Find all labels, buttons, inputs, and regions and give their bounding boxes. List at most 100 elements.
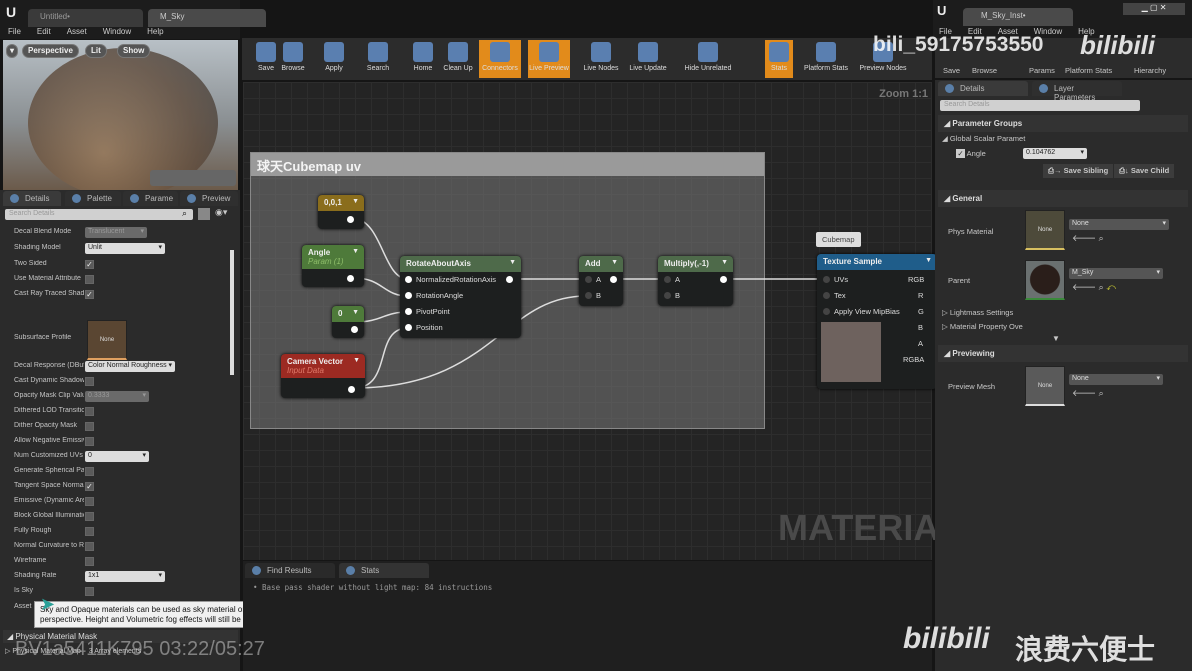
toolbar-live-nodes[interactable]: Live Nodes [580, 40, 622, 78]
preview-shape-buttons[interactable] [150, 170, 236, 186]
property-checkbox[interactable] [85, 275, 94, 284]
global-scalar-group[interactable]: ◢ Global Scalar Paramet [942, 134, 1025, 143]
property-checkbox[interactable] [85, 437, 94, 446]
pin-apply-view-mipbias[interactable]: Apply View MipBias [823, 307, 900, 316]
zero-constant-node[interactable]: 0 [332, 306, 364, 338]
property-number-input[interactable]: 0.3333 [85, 391, 149, 402]
property-checkbox[interactable] [85, 557, 94, 566]
multiply-node[interactable]: Multiply(,-1) A B [658, 256, 733, 306]
tab-parameters[interactable]: Parame [123, 191, 178, 206]
pin-b[interactable]: B [918, 323, 923, 332]
pin-g[interactable]: G [918, 307, 924, 316]
tab-m-sky-inst[interactable]: M_Sky_Inst• [963, 8, 1073, 26]
pin-b[interactable]: B [664, 291, 680, 300]
property-checkbox[interactable]: ✓ [85, 290, 94, 299]
toolbar-hide-unrelated[interactable]: Hide Unrelated [676, 40, 740, 78]
show-button[interactable]: Show [117, 44, 151, 58]
property-number-input[interactable]: 0 [85, 451, 149, 462]
tab-find-results[interactable]: Find Results [245, 563, 335, 578]
angle-param-node[interactable]: Angle Param (1) [302, 245, 364, 287]
pin-rgba[interactable]: RGBA [903, 355, 924, 364]
menu-window[interactable]: Window [103, 27, 131, 36]
lightmass-settings-row[interactable]: ▷ Lightmass Settings [942, 308, 1013, 317]
pin-a[interactable]: A [585, 275, 601, 284]
tab-details[interactable]: Details [3, 191, 61, 206]
angle-override-checkbox[interactable]: ✓ Angle [956, 149, 986, 158]
save-child-button[interactable]: ⎙↓ Save Child [1114, 164, 1175, 178]
phys-material-dropdown[interactable]: None [1069, 219, 1169, 230]
pin-a[interactable]: A [664, 275, 680, 284]
output-pin[interactable] [347, 274, 358, 283]
tab-details[interactable]: Details [938, 81, 1028, 96]
section-general[interactable]: ◢ General [938, 190, 1188, 207]
parent-dropdown[interactable]: M_Sky [1069, 268, 1163, 279]
section-parameter-groups[interactable]: ◢ Parameter Groups [938, 115, 1188, 132]
property-checkbox[interactable] [85, 542, 94, 551]
pin-normalized-rotation-axis[interactable]: NormalizedRotationAxis [405, 275, 496, 284]
pin-rgb[interactable]: RGB [908, 275, 924, 284]
output-pin[interactable] [506, 275, 517, 284]
tab-preview[interactable]: Preview [180, 191, 238, 206]
cubemap-param-tag[interactable]: Cubemap [816, 232, 861, 247]
pin-pivot-point[interactable]: PivotPoint [405, 307, 450, 316]
output-pin[interactable] [347, 215, 358, 224]
window-controls[interactable]: ▁ ▢ ✕ [1123, 3, 1185, 15]
toolbar-hierarchy[interactable]: Hierarchy [1134, 66, 1166, 75]
viewport-options-button[interactable]: ▾ [6, 44, 19, 58]
material-graph[interactable]: Zoom 1:1 MATERIAL 球天Cubemap uv 0,0,1 Ang… [243, 82, 961, 560]
toolbar-stats[interactable]: Stats [765, 40, 793, 78]
property-dropdown[interactable]: 1x1 [85, 571, 165, 582]
pin-r[interactable]: R [918, 291, 923, 300]
rotate-about-axis-node[interactable]: RotateAboutAxis NormalizedRotationAxis R… [400, 256, 521, 338]
constant3-node[interactable]: 0,0,1 [318, 195, 364, 229]
material-property-overrides-row[interactable]: ▷ Material Property Ove [942, 322, 1023, 331]
menu-help[interactable]: Help [147, 27, 163, 36]
subsurface-thumbnail[interactable]: None [87, 320, 127, 360]
output-pin[interactable] [720, 275, 731, 284]
menu-file[interactable]: File [8, 27, 21, 36]
menu-asset[interactable]: Asset [67, 27, 87, 36]
property-checkbox[interactable] [85, 512, 94, 521]
toolbar-search[interactable]: Search [357, 40, 399, 78]
right-search-input[interactable]: Search Details [940, 100, 1140, 111]
pin-a[interactable]: A [918, 339, 923, 348]
tab-untitled[interactable]: Untitled• [28, 9, 143, 27]
property-dropdown[interactable]: Color Normal Roughness [85, 361, 175, 372]
property-checkbox[interactable] [85, 422, 94, 431]
output-pin[interactable] [610, 275, 621, 284]
texture-sample-node[interactable]: Texture Sample UVs Tex Apply View MipBia… [817, 254, 937, 389]
property-dropdown[interactable]: Translucent [85, 227, 147, 238]
property-checkbox[interactable]: ✓ [85, 482, 94, 491]
expand-more-icon[interactable]: ▼ [1052, 334, 1060, 343]
browse-arrow-icons[interactable]: 🡐 ⌕ ↶ [1072, 282, 1116, 293]
property-checkbox[interactable] [85, 407, 94, 416]
preview-mesh-dropdown[interactable]: None [1069, 374, 1163, 385]
toolbar-browse[interactable]: Browse [972, 66, 997, 75]
toolbar-live-preview[interactable]: Live Preview [528, 40, 570, 78]
add-node[interactable]: Add A B [579, 256, 623, 306]
section-previewing[interactable]: ◢ Previewing [938, 345, 1188, 362]
property-dropdown[interactable]: Unlit [85, 243, 165, 254]
output-pin[interactable] [348, 385, 359, 394]
toolbar-platform-stats[interactable]: Platform Stats [1065, 66, 1112, 75]
pin-tex[interactable]: Tex [823, 291, 846, 300]
toolbar-params[interactable]: Params [1029, 66, 1055, 75]
property-checkbox[interactable]: ✓ [85, 260, 94, 269]
browse-arrow-icons[interactable]: 🡐 ⌕ [1072, 388, 1104, 399]
pin-rotation-angle[interactable]: RotationAngle [405, 291, 463, 300]
toolbar-connectors[interactable]: Connectors [479, 40, 521, 78]
property-checkbox[interactable] [85, 587, 94, 596]
eye-icon[interactable]: ◉▾ [215, 207, 227, 218]
tab-stats[interactable]: Stats [339, 563, 429, 578]
preview-viewport[interactable] [3, 40, 238, 198]
lit-button[interactable]: Lit [85, 44, 107, 58]
menu-edit[interactable]: Edit [37, 27, 51, 36]
tab-layer-parameters[interactable]: Layer Parameters [1032, 81, 1122, 102]
tab-m-sky[interactable]: M_Sky [148, 9, 266, 27]
toolbar-platform-stats[interactable]: Platform Stats [800, 40, 852, 78]
angle-value-input[interactable]: 0.104762 [1023, 148, 1087, 159]
column-view-button[interactable] [198, 208, 210, 220]
toolbar-save[interactable]: Save [943, 66, 960, 75]
save-sibling-button[interactable]: ⎙→ Save Sibling [1043, 164, 1114, 178]
details-scrollbar[interactable] [230, 250, 234, 375]
